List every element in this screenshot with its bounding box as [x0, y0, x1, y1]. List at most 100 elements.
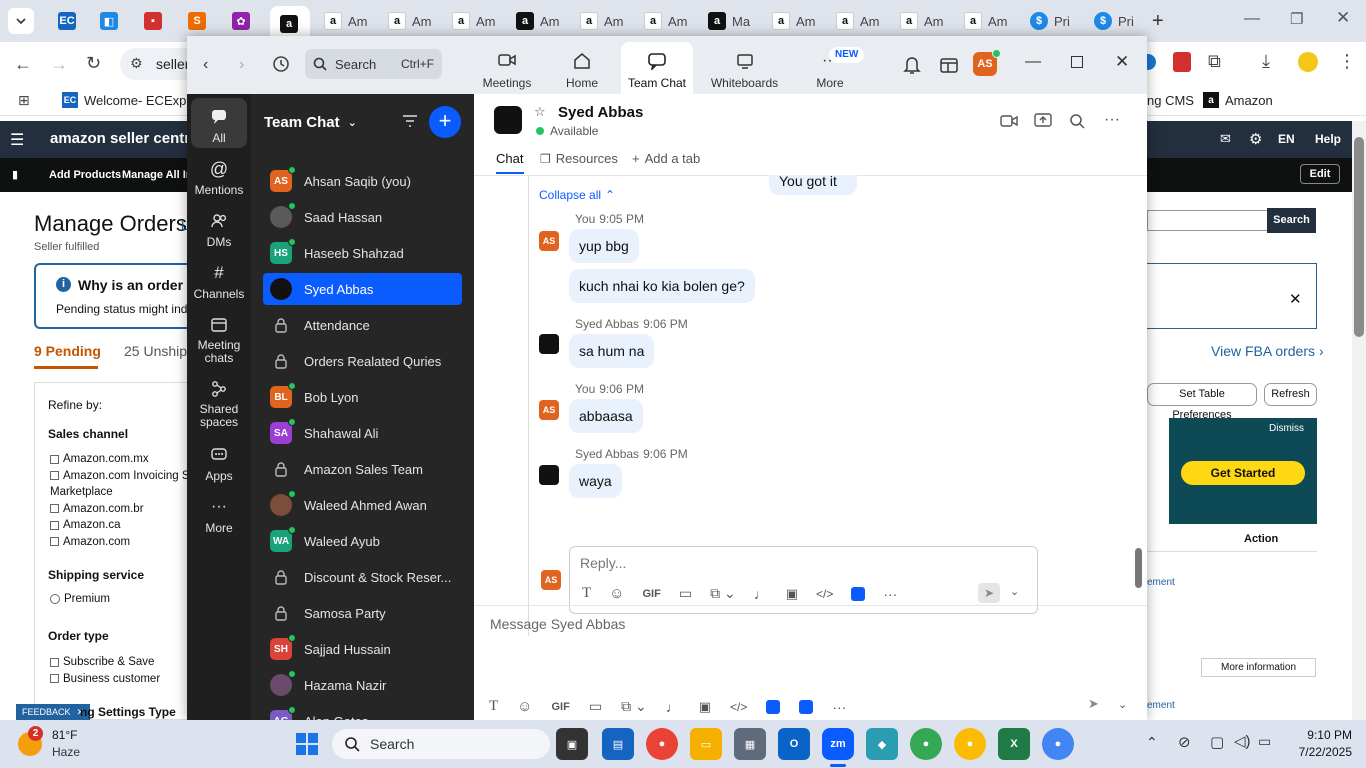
close-icon[interactable]: ✕	[1336, 8, 1350, 28]
user-avatar[interactable]: AS	[973, 49, 1001, 76]
checkbox[interactable]	[50, 520, 59, 530]
bookmark-cms[interactable]: ng CMS	[1147, 93, 1194, 108]
more-dots-icon[interactable]: ···	[883, 586, 897, 602]
zoom-search-bar[interactable]: Search Ctrl+F	[305, 49, 442, 79]
amazon-logo[interactable]: amazon seller central	[50, 130, 203, 147]
contact-item[interactable]: Orders Realated Quries	[263, 345, 462, 377]
close-icon[interactable]: ✕	[1115, 52, 1129, 72]
site-info-icon[interactable]: ⚙	[130, 55, 143, 72]
zoom-taskbar-icon[interactable]: zm	[822, 728, 854, 760]
order-type-option[interactable]: Business customer	[50, 671, 160, 688]
contact-item[interactable]: Hazama Nazir	[263, 669, 462, 701]
battery-icon[interactable]: ▭	[1258, 733, 1271, 750]
maximize-icon[interactable]	[1071, 56, 1083, 68]
order-link[interactable]: ement	[1147, 577, 1175, 588]
pinned-tab-2[interactable]: ◧	[90, 6, 118, 36]
zoom-app-icon-2[interactable]	[799, 699, 814, 714]
contact-item[interactable]: Syed Abbas	[263, 273, 462, 305]
contact-avatar[interactable]	[539, 334, 559, 354]
back-icon[interactable]: ←	[14, 54, 32, 75]
browser-tab[interactable]: a Am	[314, 6, 368, 36]
new-tab-icon[interactable]: +	[1152, 10, 1164, 33]
chat-scrollbar[interactable]	[1135, 176, 1143, 638]
apps-grid-icon[interactable]: ⊞	[18, 92, 30, 109]
code-icon[interactable]: </>	[816, 587, 833, 601]
clock-date[interactable]: 7/22/2025	[1286, 745, 1352, 759]
radio[interactable]	[50, 594, 60, 604]
video-message-icon[interactable]: ▣	[699, 699, 711, 715]
message-bubble[interactable]: kuch nhai ko kia bolen ge?	[569, 269, 755, 303]
chevron-up-icon[interactable]: ⌃	[1146, 734, 1158, 751]
share-screen-icon[interactable]	[1034, 113, 1052, 129]
contact-item[interactable]: BL Bob Lyon	[263, 381, 462, 413]
browser-tab[interactable]: a Am	[826, 6, 880, 36]
network-off-icon[interactable]: ⊘	[1178, 733, 1191, 751]
order-link[interactable]: ement	[1147, 700, 1175, 711]
more-information-button[interactable]: More information	[1201, 658, 1316, 677]
order-type-option[interactable]: Subscribe & Save	[50, 654, 160, 671]
microphone-icon[interactable]: ♩	[754, 586, 768, 602]
my-avatar[interactable]: AS	[539, 231, 559, 251]
volume-icon[interactable]: ◁)	[1234, 732, 1251, 750]
language-selector[interactable]: EN	[1278, 132, 1295, 146]
contact-item[interactable]: Discount & Stock Reser...	[263, 561, 462, 593]
emoji-icon[interactable]: ☺	[609, 585, 624, 602]
video-message-icon[interactable]: ▣	[786, 586, 798, 602]
chrome-profile-icon[interactable]: ●	[910, 728, 942, 760]
tab-meetings[interactable]: Meetings	[477, 52, 537, 90]
filter-icon[interactable]	[401, 113, 419, 129]
contact-item[interactable]: HS Haseeb Shahzad	[263, 237, 462, 269]
scrollbar-thumb[interactable]	[1354, 137, 1364, 337]
chrome-profile-3-icon[interactable]: ●	[1042, 728, 1074, 760]
browser-tab[interactable]: a Am	[506, 6, 560, 36]
premium-option[interactable]: Premium	[50, 593, 110, 605]
checkbox[interactable]	[50, 504, 59, 514]
star-icon[interactable]: ☆	[534, 104, 546, 120]
feedback-button[interactable]: FEEDBACK ✕	[16, 704, 91, 720]
format-text-icon[interactable]: T	[489, 698, 498, 715]
rail-item-more[interactable]: ··· More	[191, 496, 247, 535]
pinned-tab-4[interactable]: S	[178, 6, 206, 36]
checkbox[interactable]	[50, 657, 59, 667]
browser-tab[interactable]: $ Pri	[1020, 6, 1070, 36]
refresh-button[interactable]: Refresh	[1264, 383, 1317, 406]
nav-add-products[interactable]: Add Products	[49, 169, 121, 181]
menu-dots-icon[interactable]: ⋮	[1338, 51, 1356, 72]
dismiss-link[interactable]: Dismiss	[1269, 423, 1304, 434]
gif-button[interactable]: GIF	[643, 588, 661, 600]
send-options-chevron-icon[interactable]: ⌄	[1010, 585, 1019, 598]
tab-team-chat[interactable]: Team Chat	[621, 42, 693, 94]
checkbox[interactable]	[50, 674, 59, 684]
channel-option[interactable]: Amazon.com	[50, 534, 202, 551]
rail-item-meeting-chats[interactable]: Meeting chats	[191, 314, 247, 365]
chat-contact-name[interactable]: Syed Abbas	[558, 104, 643, 121]
contact-item[interactable]: Samosa Party	[263, 597, 462, 629]
browser-tab[interactable]: a Am	[442, 6, 496, 36]
maximize-icon[interactable]: ❐	[1290, 10, 1303, 28]
calculator-icon[interactable]: ▦	[734, 728, 766, 760]
message-bubble[interactable]: sa hum na	[569, 334, 655, 368]
forward-icon[interactable]: →	[50, 54, 68, 75]
browser-tab[interactable]: a Am	[890, 6, 944, 36]
pinned-tab-ec[interactable]: EC	[48, 6, 76, 36]
rail-item-channels[interactable]: # Channels	[191, 262, 247, 301]
message-bubble[interactable]: waya	[569, 464, 622, 498]
bookmark-icon[interactable]: ▮	[12, 168, 18, 181]
file-icon[interactable]: ▭	[589, 698, 602, 715]
excel-icon[interactable]: X	[998, 728, 1030, 760]
gif-button[interactable]: GIF	[552, 701, 570, 713]
more-dots-icon[interactable]: ···	[832, 699, 846, 715]
profile-avatar[interactable]	[1298, 52, 1318, 72]
view-fba-orders-link[interactable]: View FBA orders ›	[1211, 343, 1324, 359]
tab-search-button[interactable]	[8, 8, 34, 34]
file-icon[interactable]: ▭	[679, 585, 692, 602]
gear-icon[interactable]: ⚙	[1249, 130, 1262, 148]
zoom-app-icon[interactable]	[766, 699, 781, 714]
microphone-icon[interactable]: ♩	[666, 699, 680, 715]
chat-tab[interactable]: Chat	[496, 151, 523, 166]
help-link[interactable]: Help	[1315, 132, 1341, 146]
new-chat-plus-button[interactable]: +	[429, 106, 461, 138]
pinned-tab-3[interactable]: ▪	[134, 6, 162, 36]
browser-tab[interactable]: a Ma	[698, 6, 750, 36]
resources-tab[interactable]: ❐ Resources	[540, 151, 618, 166]
